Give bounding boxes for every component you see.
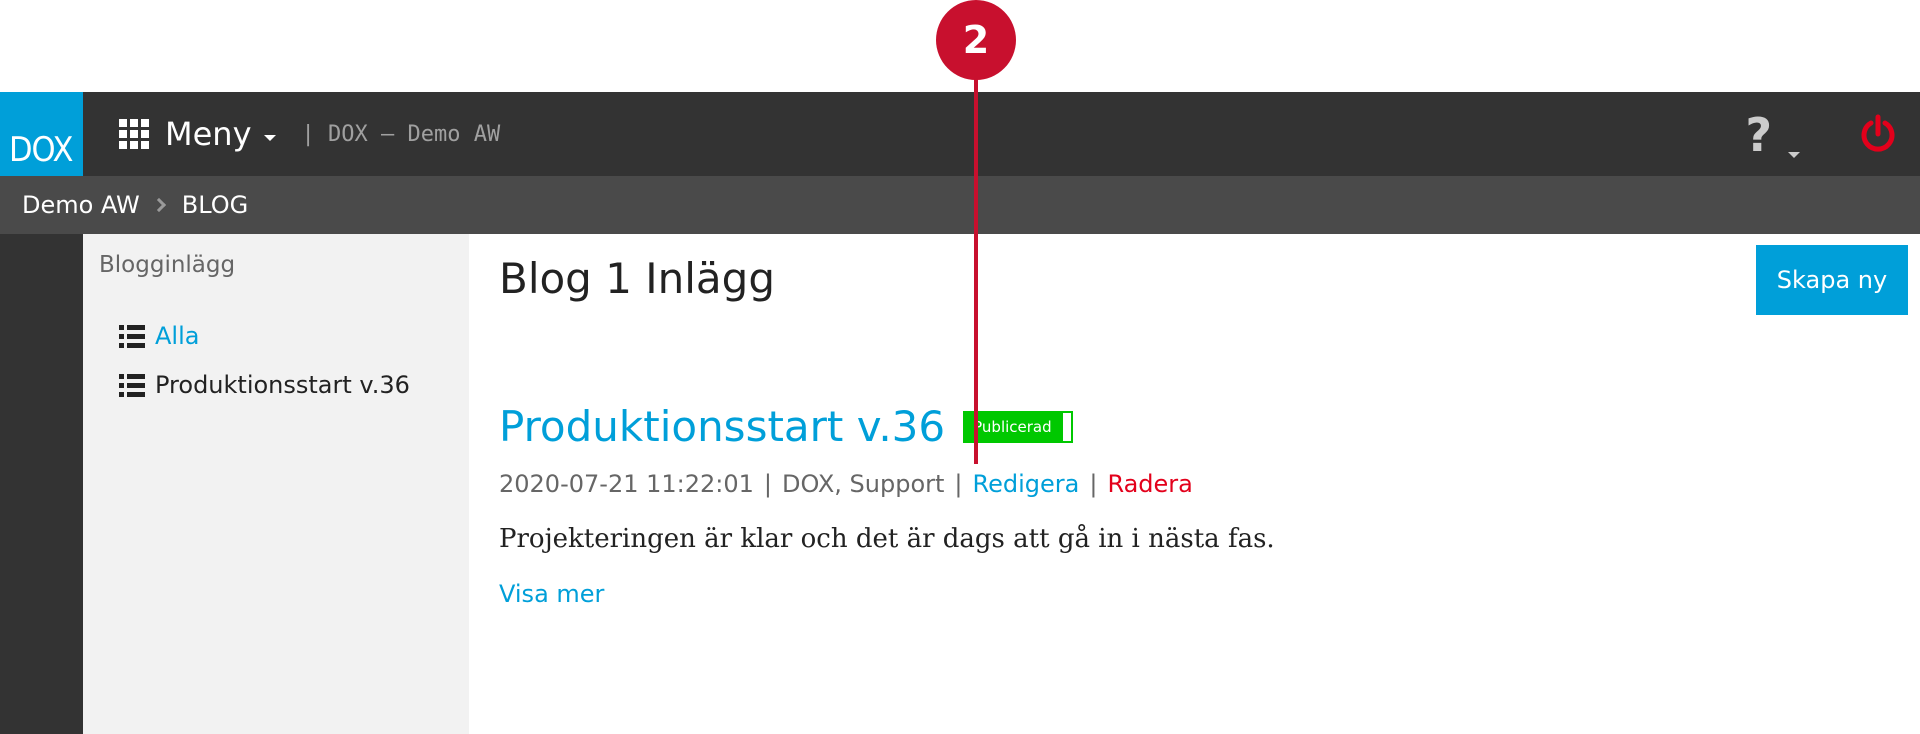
callout-line <box>974 78 978 464</box>
sidebar-item-produktionsstart[interactable]: Produktionsstart v.36 <box>119 371 410 399</box>
post-excerpt: Projekteringen är klar och det är dags a… <box>499 524 1275 554</box>
post-author: DOX, Support <box>782 470 945 498</box>
post-meta: 2020-07-21 11:22:01 | DOX, Support | Red… <box>499 470 1193 498</box>
post-title-link[interactable]: Produktionsstart v.36 <box>499 402 945 451</box>
edit-link[interactable]: Redigera <box>973 470 1080 498</box>
sidebar-item-label: Produktionsstart v.36 <box>155 371 410 399</box>
menu-label: Meny <box>165 115 252 153</box>
meta-divider: | <box>763 470 772 498</box>
dox-logo[interactable]: DOX <box>0 92 83 176</box>
list-icon <box>119 373 145 397</box>
post-timestamp: 2020-07-21 11:22:01 <box>499 470 754 498</box>
create-new-button[interactable]: Skapa ny <box>1756 245 1908 315</box>
meta-divider: | <box>954 470 963 498</box>
status-badge: Publicerad <box>963 410 1074 443</box>
show-more-link[interactable]: Visa mer <box>499 580 604 608</box>
main-content: Blog 1 Inlägg Skapa ny Produktionsstart … <box>469 234 1920 734</box>
delete-link[interactable]: Radera <box>1107 470 1192 498</box>
list-icon <box>119 324 145 348</box>
site-name: | DOX – Demo AW <box>301 121 501 147</box>
chevron-right-icon <box>151 197 166 213</box>
sidebar-title: Blogginlägg <box>99 252 236 278</box>
grid-icon <box>119 119 149 149</box>
power-icon[interactable] <box>1858 114 1898 154</box>
logo-text: DOX <box>9 130 73 170</box>
top-bar: DOX Meny | DOX – Demo AW ? <box>0 92 1920 176</box>
caret-down-icon <box>1788 152 1800 158</box>
page-title: Blog 1 Inlägg <box>499 254 775 303</box>
breadcrumb-item-demo-aw[interactable]: Demo AW <box>22 191 140 219</box>
sidebar-item-label: Alla <box>155 322 200 350</box>
meta-divider: | <box>1089 470 1098 498</box>
breadcrumb: Demo AW BLOG <box>0 176 1920 234</box>
left-rail <box>0 234 83 734</box>
sidebar-item-alla[interactable]: Alla <box>119 322 199 350</box>
post-header: Produktionsstart v.36 Publicerad <box>499 402 1074 451</box>
question-icon: ? <box>1745 108 1772 162</box>
caret-down-icon <box>263 135 276 141</box>
callout-number: 2 <box>962 18 990 62</box>
status-badge-label: Publicerad <box>973 417 1052 436</box>
breadcrumb-item-blog[interactable]: BLOG <box>182 191 248 219</box>
menu-button[interactable]: Meny <box>119 115 276 153</box>
callout-marker: 2 <box>936 0 1016 80</box>
sidebar: Blogginlägg Alla Produktionsstart v.36 <box>83 234 469 734</box>
help-button[interactable]: ? <box>1745 108 1800 162</box>
